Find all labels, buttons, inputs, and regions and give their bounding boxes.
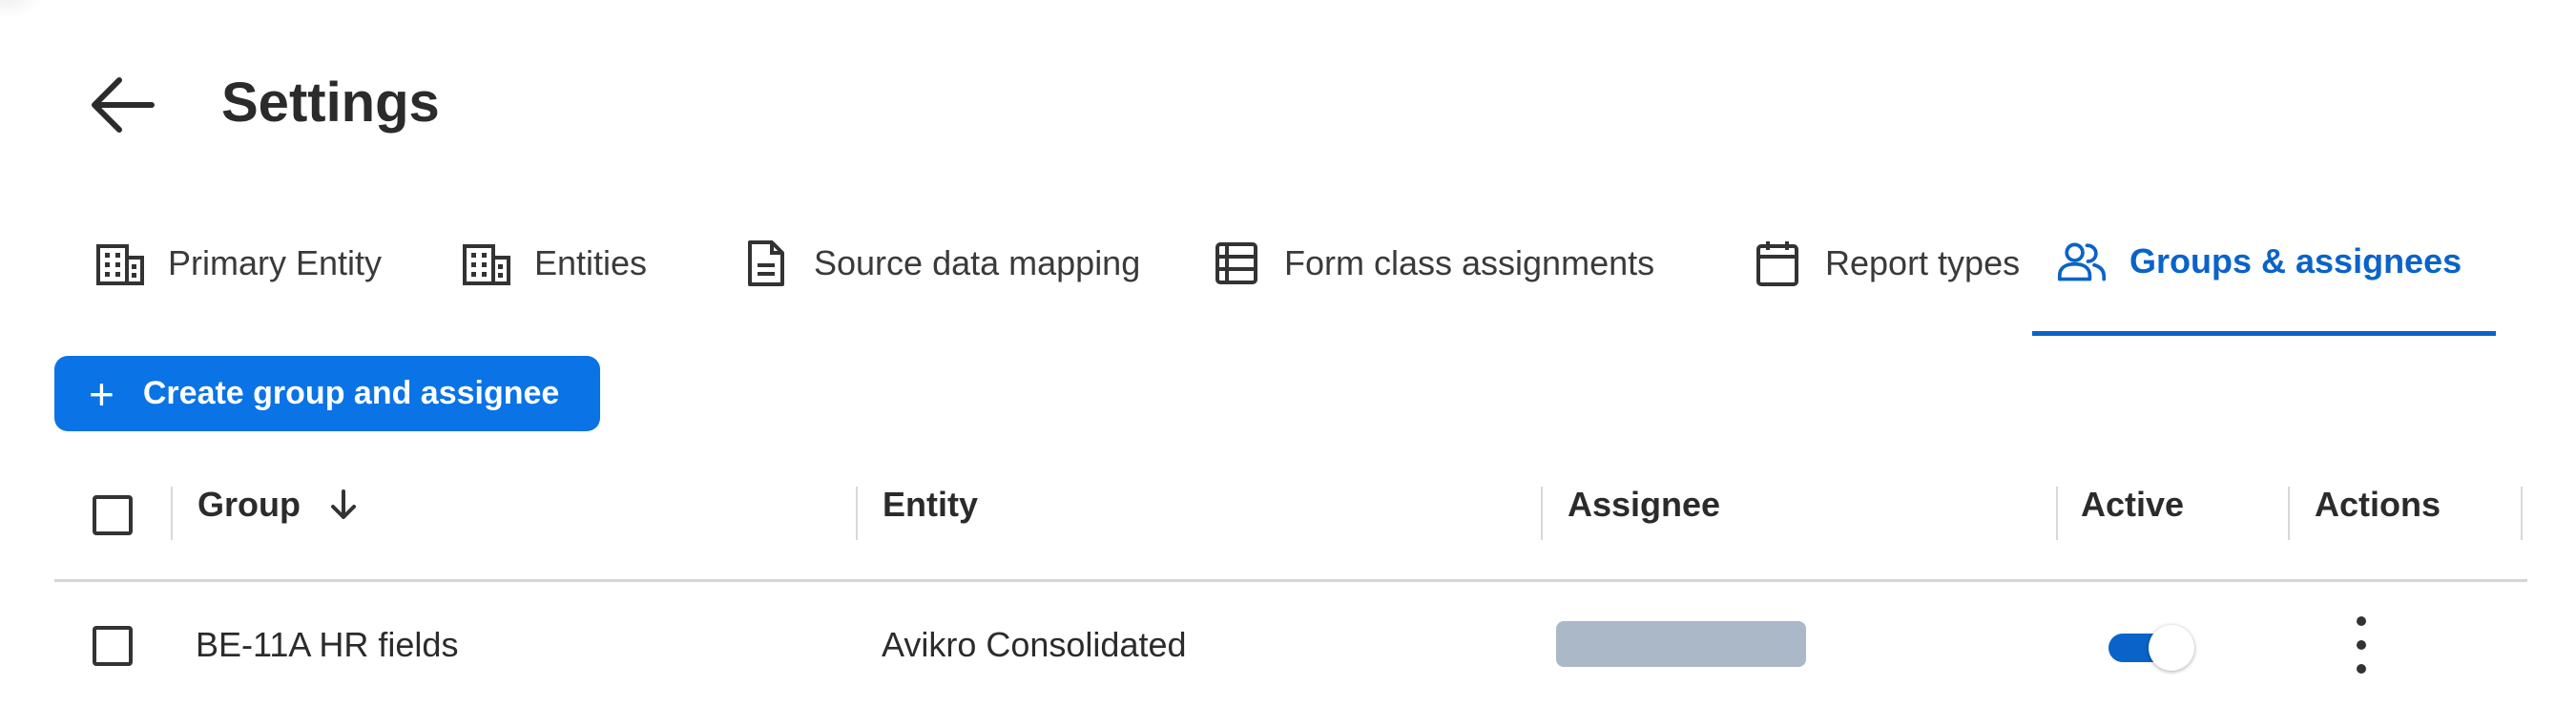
toggle-knob	[2149, 625, 2194, 671]
tab-report-types[interactable]: Report types	[1728, 191, 2045, 336]
tab-label: Groups & assignees	[2129, 240, 2462, 281]
kebab-dot	[2357, 664, 2366, 674]
column-divider	[2056, 487, 2058, 540]
building-icon	[95, 239, 145, 288]
table-list-icon	[1212, 239, 1261, 288]
kebab-dot	[2357, 640, 2366, 650]
column-header-group[interactable]: Group	[197, 453, 358, 555]
tab-groups-and-assignees[interactable]: Groups & assignees	[2032, 191, 2496, 336]
header-label: Actions	[2315, 484, 2441, 524]
page-header: Settings	[0, 0, 2576, 200]
calendar-icon	[1753, 239, 1802, 288]
header-label: Active	[2081, 484, 2185, 524]
active-toggle[interactable]	[2103, 625, 2194, 671]
tab-entities[interactable]: Entities	[437, 191, 672, 336]
column-divider	[171, 487, 173, 540]
page-title: Settings	[221, 72, 440, 134]
table-header: Group Entity Assignee Active Actions	[54, 477, 2527, 582]
back-button[interactable]	[84, 67, 160, 143]
tab-form-class-assignments[interactable]: Form class assignments	[1187, 191, 1679, 336]
building-icon	[462, 239, 511, 288]
assignee-chip[interactable]	[1556, 621, 1806, 667]
header-label: Entity	[883, 484, 979, 524]
column-header-assignee[interactable]: Assignee	[1568, 453, 1720, 555]
plus-icon: +	[89, 368, 114, 419]
tab-primary-entity[interactable]: Primary Entity	[71, 191, 406, 336]
create-button-label: Create group and assignee	[142, 375, 560, 411]
users-icon	[2057, 237, 2107, 286]
tab-label: Report types	[1825, 243, 2021, 282]
row-checkbox[interactable]	[93, 626, 133, 666]
tab-label: Entities	[534, 243, 648, 282]
settings-tabs: Primary Entity Entities Source data mapp…	[53, 191, 2496, 339]
header-label: Assignee	[1568, 484, 1721, 524]
kebab-dot	[2357, 616, 2366, 626]
column-header-actions: Actions	[2315, 453, 2441, 555]
column-divider	[1541, 487, 1543, 540]
column-divider	[2288, 487, 2290, 540]
table-row[interactable]: BE-11A HR fields Avikro Consolidated	[54, 582, 2527, 707]
column-divider	[2521, 487, 2523, 540]
create-group-and-assignee-button[interactable]: + Create group and assignee	[54, 356, 600, 431]
column-header-entity[interactable]: Entity	[883, 453, 978, 555]
cell-entity: Avikro Consolidated	[882, 624, 1187, 664]
tab-label: Source data mapping	[814, 243, 1141, 282]
arrow-left-icon	[92, 77, 155, 133]
row-actions-button[interactable]	[2342, 616, 2380, 674]
header-label: Group	[197, 484, 301, 524]
column-header-active[interactable]: Active	[2081, 453, 2184, 555]
arrow-down-icon	[330, 489, 356, 519]
cell-group: BE-11A HR fields	[196, 624, 459, 664]
column-divider	[856, 487, 858, 540]
tab-label: Form class assignments	[1284, 243, 1655, 282]
tab-source-data-mapping[interactable]: Source data mapping	[717, 191, 1165, 336]
tab-label: Primary Entity	[168, 243, 383, 282]
select-all-checkbox[interactable]	[93, 495, 133, 535]
document-icon	[741, 239, 791, 288]
groups-table: Group Entity Assignee Active Actions BE-…	[54, 477, 2527, 707]
